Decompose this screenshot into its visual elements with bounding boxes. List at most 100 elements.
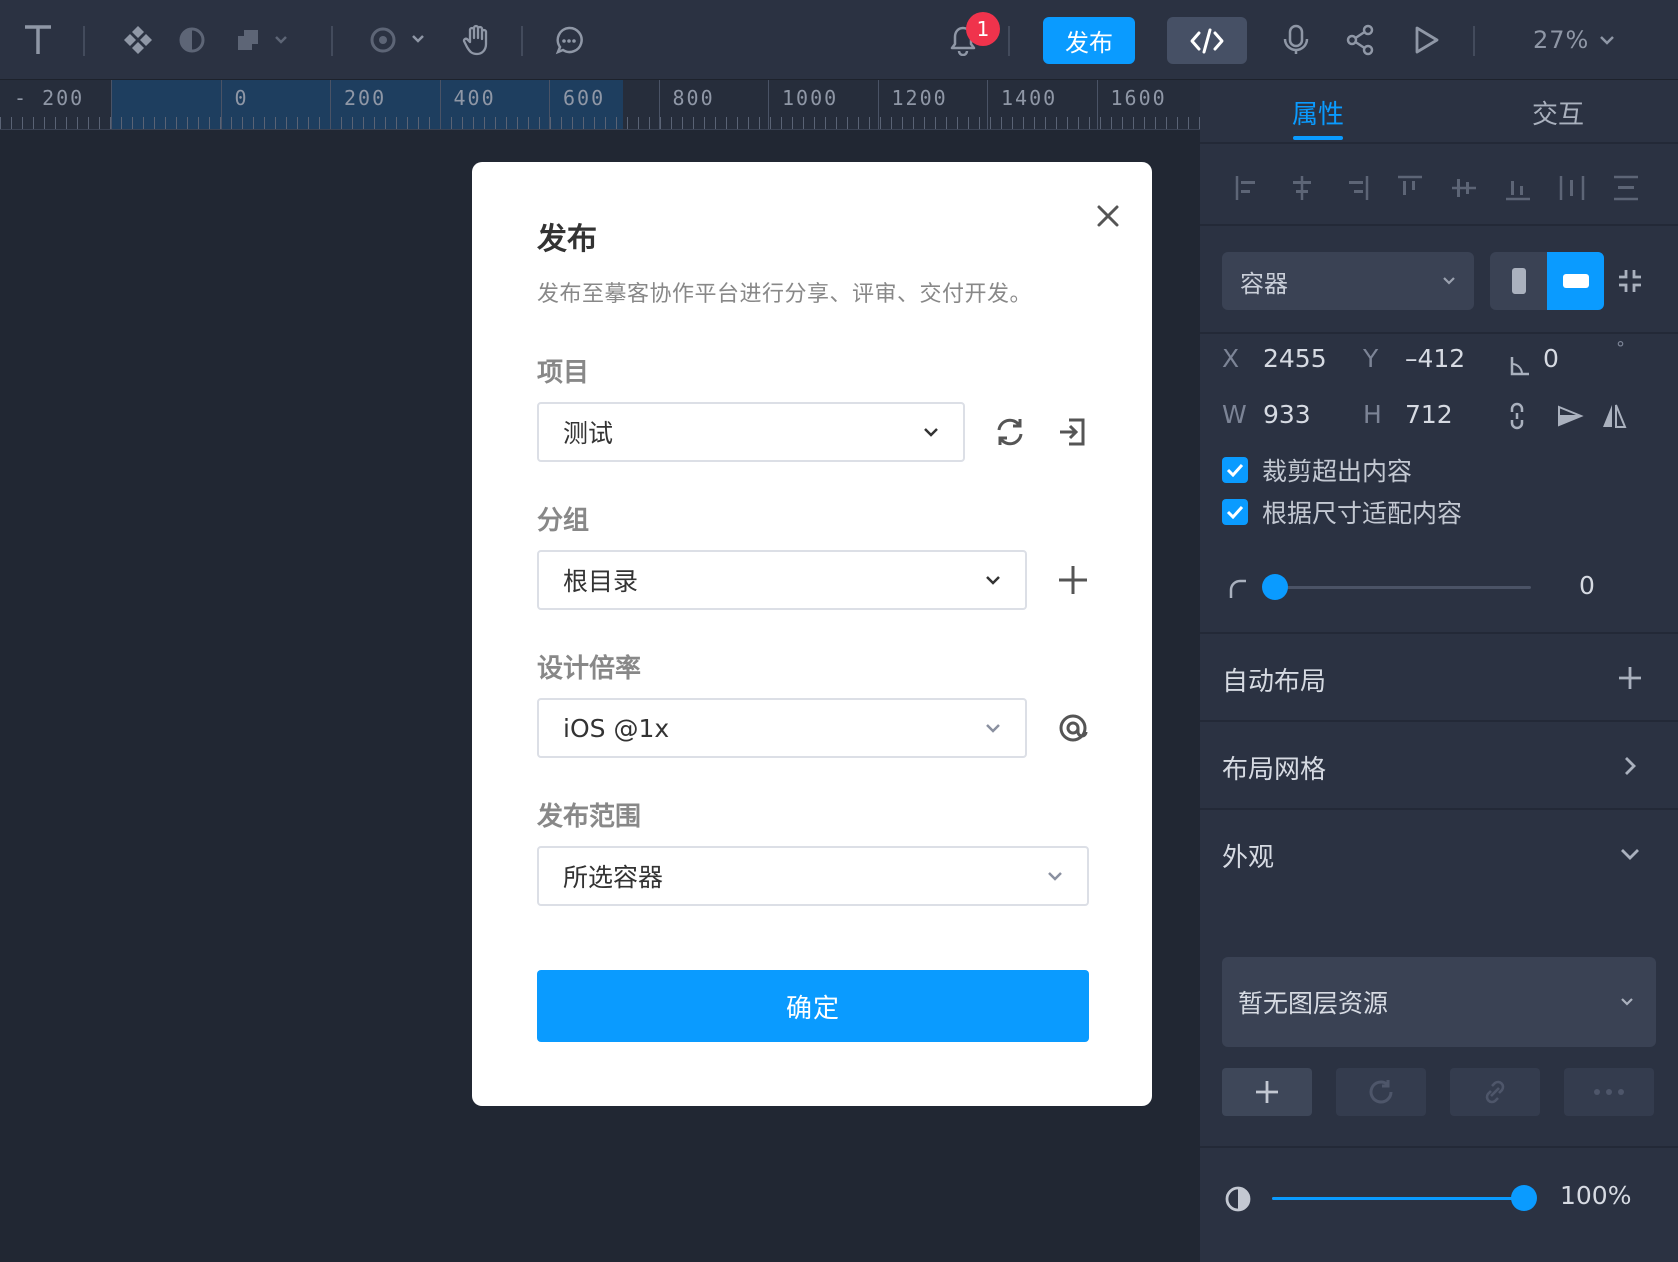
mic-icon[interactable]	[1276, 16, 1316, 64]
flip-vertical-icon[interactable]	[1594, 396, 1634, 436]
opacity-value[interactable]: 100%	[1560, 1181, 1631, 1210]
panel-divider	[1200, 720, 1678, 722]
horizontal-ruler[interactable]: - 200020040060080010001200140016001800	[0, 80, 1200, 130]
w-input[interactable]: 933	[1263, 400, 1311, 429]
code-icon[interactable]	[1167, 17, 1247, 64]
scale-settings-icon[interactable]	[1053, 708, 1093, 748]
properties-panel: 属性 交互 容器 X 2455 Y –412 0 ° W 933 H 712 裁…	[1200, 80, 1678, 1262]
prototype-icon[interactable]	[367, 16, 431, 64]
project-select[interactable]: 测试	[537, 402, 965, 462]
flip-horizontal-icon[interactable]	[1550, 396, 1590, 436]
panel-divider	[1200, 224, 1678, 226]
ruler-major-tick	[877, 80, 879, 129]
align-left-icon[interactable]	[1228, 168, 1268, 208]
group-label: 分组	[537, 506, 590, 536]
mask-icon[interactable]	[172, 16, 212, 64]
import-icon[interactable]	[1053, 412, 1093, 452]
corner-radius-slider[interactable]	[1275, 586, 1531, 589]
play-icon[interactable]	[1406, 16, 1446, 64]
corner-radius-value[interactable]: 0	[1579, 571, 1595, 600]
tab-interaction[interactable]: 交互	[1532, 94, 1584, 131]
design-scale-select[interactable]: iOS @1x	[537, 698, 1027, 758]
ruler-major-tick	[111, 80, 112, 129]
confirm-button[interactable]: 确定	[537, 970, 1089, 1042]
distribute-v-icon[interactable]	[1606, 168, 1646, 208]
project-value: 测试	[563, 419, 614, 448]
portrait-button[interactable]	[1490, 252, 1547, 310]
clip-content-label: 裁剪超出内容	[1262, 457, 1413, 486]
chevron-down-icon	[1621, 998, 1633, 1006]
refresh-resource-button[interactable]	[1336, 1068, 1426, 1116]
align-center-h-icon[interactable]	[1282, 168, 1322, 208]
opacity-slider-handle[interactable]	[1511, 1185, 1537, 1211]
clip-content-checkbox[interactable]: 裁剪超出内容	[1222, 454, 1412, 486]
checkbox-checked	[1222, 499, 1248, 525]
ruler-major-tick	[987, 80, 988, 129]
refresh-icon[interactable]	[990, 412, 1030, 452]
add-resource-button[interactable]	[1222, 1068, 1312, 1116]
chevron-down-icon	[1048, 872, 1062, 881]
ruler-major-tick	[220, 80, 222, 129]
rotation-input[interactable]: 0	[1543, 344, 1559, 373]
tab-properties[interactable]: 属性	[1292, 94, 1344, 131]
auto-layout-title: 自动布局	[1222, 667, 1327, 697]
align-top-icon[interactable]	[1390, 168, 1430, 208]
group-select[interactable]: 根目录	[537, 550, 1027, 610]
ruler-major-tick	[658, 80, 660, 129]
publish-scope-select[interactable]: 所选容器	[537, 846, 1089, 906]
fit-content-checkbox[interactable]: 根据尺寸适配内容	[1222, 496, 1462, 528]
align-center-v-icon[interactable]	[1444, 168, 1484, 208]
layer-type-value: 容器	[1240, 269, 1288, 298]
landscape-button[interactable]	[1547, 252, 1604, 310]
collapse-icon[interactable]	[1610, 261, 1650, 301]
zoom-select[interactable]: 27%	[1533, 20, 1615, 60]
refresh-icon	[1369, 1080, 1393, 1104]
group-value: 根目录	[563, 567, 639, 596]
notification-badge: 1	[966, 12, 1000, 46]
add-auto-layout-icon[interactable]	[1610, 658, 1650, 698]
h-input[interactable]: 712	[1405, 400, 1453, 429]
chevron-right-icon[interactable]	[1610, 746, 1650, 786]
more-options-button[interactable]	[1564, 1068, 1654, 1116]
share-icon[interactable]	[1340, 16, 1380, 64]
corner-radius-slider-handle[interactable]	[1262, 574, 1288, 600]
component-icon[interactable]	[118, 16, 158, 64]
y-input[interactable]: –412	[1405, 344, 1465, 373]
x-input[interactable]: 2455	[1263, 344, 1327, 373]
layer-resource-select[interactable]: 暂无图层资源	[1222, 957, 1656, 1047]
active-tab-indicator	[1293, 136, 1343, 140]
text-tool-icon[interactable]	[18, 16, 58, 64]
align-bottom-icon[interactable]	[1498, 168, 1538, 208]
x-label: X	[1222, 344, 1240, 373]
panel-divider	[1200, 632, 1678, 634]
panel-divider	[1200, 808, 1678, 810]
chevron-down-icon	[924, 428, 938, 437]
comment-icon[interactable]	[549, 16, 589, 64]
hand-icon[interactable]	[456, 16, 496, 64]
y-label: Y	[1363, 344, 1379, 373]
chevron-down-icon	[1600, 36, 1615, 45]
unlink-resource-button[interactable]	[1450, 1068, 1540, 1116]
distribute-h-icon[interactable]	[1552, 168, 1592, 208]
plus-icon	[1256, 1081, 1278, 1103]
toolbar-divider	[521, 26, 523, 56]
layout-grid-title: 布局网格	[1222, 755, 1327, 785]
boolean-icon[interactable]	[232, 16, 292, 64]
checkbox-checked	[1222, 457, 1248, 483]
top-toolbar: 1 发布 27%	[0, 0, 1678, 80]
ruler-tick-label: 600	[563, 86, 606, 110]
publish-dialog: 发布 发布至摹客协作平台进行分享、评审、交付开发。 项目 测试 分组 根目录 设…	[472, 162, 1152, 1106]
layer-type-select[interactable]: 容器	[1222, 252, 1474, 310]
panel-divider	[1200, 142, 1678, 144]
dialog-description: 发布至摹客协作平台进行分享、评审、交付开发。	[537, 282, 1033, 307]
opacity-icon	[1218, 1179, 1258, 1219]
ruler-major-tick	[330, 80, 331, 129]
unlink-icon	[1485, 1080, 1505, 1104]
close-icon[interactable]	[1090, 198, 1126, 234]
design-scale-label: 设计倍率	[537, 654, 642, 684]
lock-ratio-icon[interactable]	[1497, 396, 1537, 436]
chevron-down-icon[interactable]	[1610, 834, 1650, 874]
publish-button[interactable]: 发布	[1043, 17, 1135, 64]
align-right-icon[interactable]	[1336, 168, 1376, 208]
add-group-icon[interactable]	[1053, 560, 1093, 600]
